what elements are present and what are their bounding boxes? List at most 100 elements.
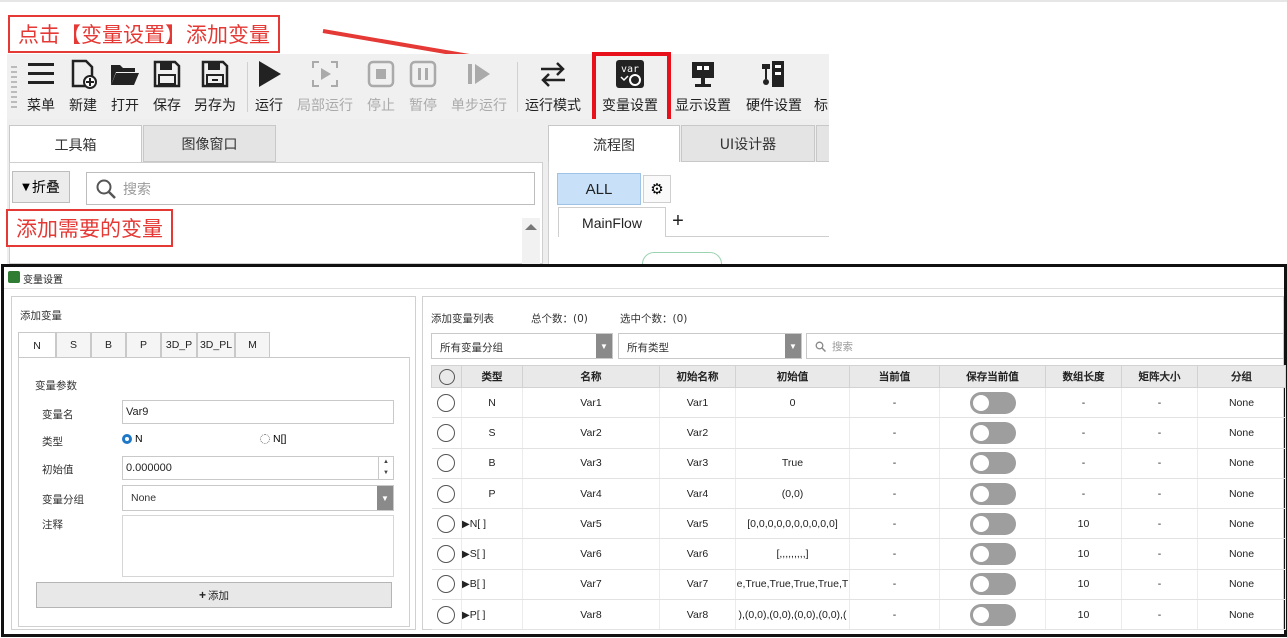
save-current-toggle[interactable] (969, 543, 1016, 566)
collapse-button[interactable]: ▼ 折叠 (12, 171, 70, 203)
toolbox-scrollbar[interactable] (522, 218, 540, 264)
save-current-toggle[interactable] (969, 452, 1016, 475)
cell-text: ),(0,0),(0,0),(0,0),(0,0),( (738, 608, 847, 621)
type-radio-n-array[interactable]: N[] (260, 433, 286, 445)
row-select-radio[interactable] (437, 393, 456, 412)
table-row[interactable]: ▶P[ ] Var8 Var8),(0,0),(0,0),(0,0),(0,0),(… (431, 599, 1286, 631)
column-header[interactable]: 名称 (522, 365, 660, 388)
cell-text: P[ ] (469, 608, 486, 621)
toolbar-display-settings-button[interactable]: 显示设置 (671, 54, 735, 119)
row-select-cell (431, 478, 462, 510)
init-value-input[interactable]: 0.000000 ▲ ▼ (122, 456, 394, 480)
type-tab-3d-p[interactable]: 3D_P (161, 332, 197, 358)
table-row[interactable]: N Var1 Var1 0 - - - None (431, 387, 1286, 419)
variable-search-input[interactable]: 搜索 (806, 333, 1284, 359)
tab-flowchart[interactable]: 流程图 (548, 125, 680, 163)
flow-all-button[interactable]: ALL (557, 173, 641, 205)
toolbar-hardware-settings-button[interactable]: 硬件设置 (741, 54, 807, 119)
type-tab-s[interactable]: S (56, 332, 91, 358)
column-header[interactable]: 初始名称 (659, 365, 736, 388)
expand-triangle-icon[interactable]: ▶ (462, 610, 470, 621)
toolbar-partial-run-button[interactable]: 局部运行 (293, 54, 357, 119)
cell-text: (0,0) (781, 487, 804, 500)
column-header[interactable]: 数组长度 (1045, 365, 1122, 388)
add-variable-button[interactable]: + 添加 (36, 582, 392, 608)
tab-image-window[interactable]: 图像窗口 (143, 125, 276, 162)
toolbar-stop-label: 停止 (367, 98, 395, 114)
flow-settings-button[interactable]: ⚙ (643, 175, 671, 203)
type-tab-n[interactable]: N (18, 332, 56, 358)
save-current-toggle[interactable] (969, 391, 1016, 414)
toolbar-step-run-button[interactable]: 单步运行 (447, 54, 511, 119)
table-row[interactable]: ▶S[ ] Var6 Var6 [,,,,,,,,,] - 10 - None (431, 538, 1286, 570)
row-select-radio[interactable] (437, 484, 456, 503)
comment-textarea[interactable] (122, 515, 394, 577)
save-current-toggle[interactable] (969, 482, 1016, 505)
group-filter-select[interactable]: 所有变量分组 ▼ (431, 333, 613, 359)
tab-toolbox[interactable]: 工具箱 (9, 125, 142, 163)
tab-ui-designer[interactable]: UI设计器 (681, 125, 815, 162)
tab-truncated[interactable] (816, 125, 829, 162)
save-current-toggle[interactable] (969, 421, 1016, 444)
table-row[interactable]: P Var4 Var4 (0,0) - - - None (431, 478, 1286, 510)
select-all-radio[interactable] (438, 368, 455, 385)
toolbar-stop-button[interactable]: 停止 (363, 54, 399, 119)
column-header[interactable]: 当前值 (849, 365, 940, 388)
cell-type: ▶N[ ] (461, 508, 523, 540)
save-current-toggle[interactable] (969, 603, 1016, 626)
cell-text: - (1081, 457, 1086, 470)
toolbox-search-input[interactable]: 搜索 (86, 172, 535, 205)
column-header[interactable]: 初始值 (735, 365, 850, 388)
toolbar-truncated-button[interactable]: 标 (813, 54, 829, 119)
row-select-radio[interactable] (437, 514, 456, 533)
group-select[interactable]: None ▼ (122, 485, 394, 511)
table-row[interactable]: ▶N[ ] Var5 Var5 [0,0,0,0,0,0,0,0,0,0] - 10 - No… (431, 508, 1286, 540)
expand-triangle-icon[interactable]: ▶ (462, 549, 470, 560)
table-row[interactable]: ▶B[ ] Var7 Var7 e,True,True,True,True,T - 10 -… (431, 569, 1286, 601)
type-tab-m[interactable]: M (235, 332, 270, 358)
toolbar-partial-run-label: 局部运行 (297, 98, 353, 114)
row-select-radio[interactable] (437, 605, 456, 624)
var-name-input[interactable]: Var9 (122, 400, 394, 424)
toolbar-grip (11, 66, 17, 108)
row-select-radio[interactable] (437, 423, 456, 442)
column-header[interactable]: 矩阵大小 (1121, 365, 1198, 388)
row-select-radio[interactable] (437, 545, 456, 564)
row-select-radio[interactable] (437, 575, 456, 594)
toolbar-pause-button[interactable]: 暂停 (405, 54, 441, 119)
toolbar-open-button[interactable]: 打开 (107, 54, 143, 119)
toolbar-save-as-button[interactable]: 另存为 (191, 54, 239, 119)
row-select-radio[interactable] (437, 454, 456, 473)
add-flow-button[interactable]: + (668, 211, 688, 231)
type-tab-b[interactable]: B (91, 332, 126, 358)
column-header[interactable]: 保存当前值 (939, 365, 1046, 388)
chevron-down-icon: ▼ (785, 334, 801, 358)
screenshot-root: 点击【变量设置】添加变量 菜单 新建 打开 保存 另存为 运行 局部运行 停止 … (0, 0, 1287, 638)
toolbar-save-button[interactable]: 保存 (149, 54, 185, 119)
cell-text: - (1157, 426, 1162, 439)
add-variable-header: 添加变量 (20, 310, 62, 322)
column-header[interactable]: 分组 (1197, 365, 1286, 388)
toolbar-run-mode-button[interactable]: 运行模式 (521, 54, 585, 119)
save-current-toggle[interactable] (969, 512, 1016, 535)
column-header[interactable]: 类型 (461, 365, 523, 388)
toolbar-run-button[interactable]: 运行 (251, 54, 287, 119)
select-all-header[interactable] (431, 365, 462, 388)
expand-triangle-icon[interactable]: ▶ (462, 579, 470, 590)
table-row[interactable]: S Var2 Var2 - - - None (431, 417, 1286, 449)
tab-mainflow[interactable]: MainFlow (558, 207, 666, 237)
cell-text: Var3 (580, 457, 602, 470)
expand-triangle-icon[interactable]: ▶ (462, 519, 470, 530)
toolbar-display-settings-label: 显示设置 (675, 98, 731, 114)
type-filter-select[interactable]: 所有类型 ▼ (618, 333, 802, 359)
type-radio-n[interactable]: N (122, 433, 143, 445)
cell-text: Var8 (580, 608, 602, 621)
cell-text: 10 (1077, 517, 1090, 530)
spinner-arrows-icon[interactable]: ▲ ▼ (378, 457, 393, 479)
save-current-toggle[interactable] (969, 573, 1016, 596)
type-tab-3d-pl[interactable]: 3D_PL (197, 332, 235, 358)
toolbar-new-button[interactable]: 新建 (65, 54, 101, 119)
table-row[interactable]: B Var3 Var3 True - - - None (431, 448, 1286, 479)
toolbar-menu-button[interactable]: 菜单 (23, 54, 59, 119)
type-tab-p[interactable]: P (126, 332, 161, 358)
